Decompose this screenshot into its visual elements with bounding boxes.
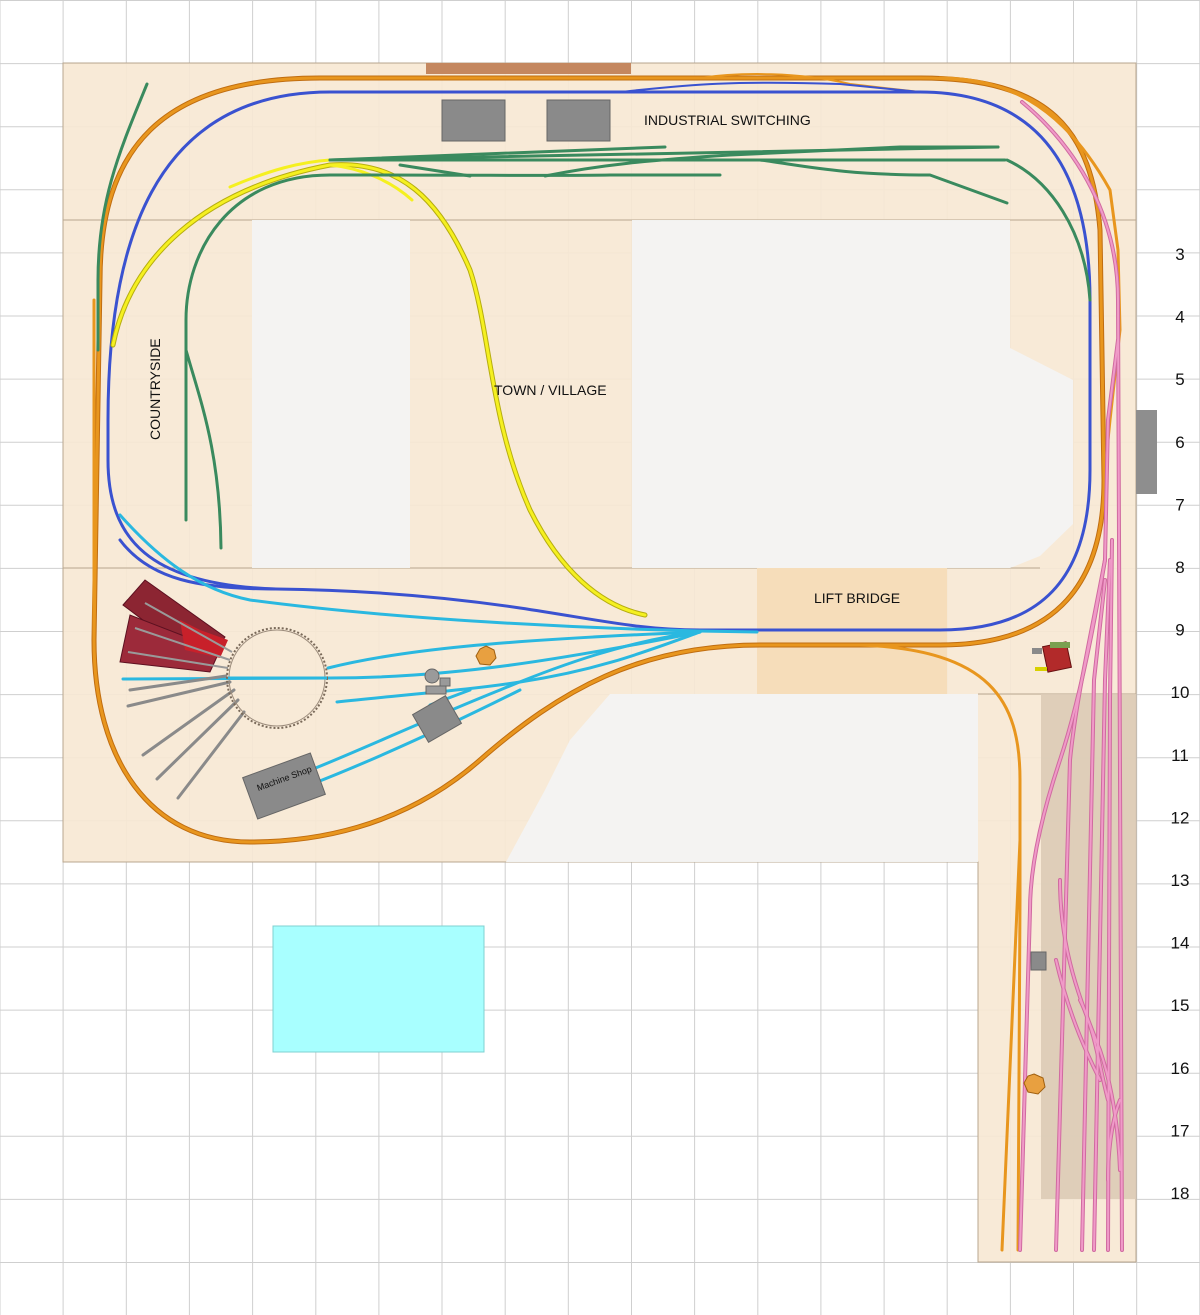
track-plan: Machine Shop INDUSTRIAL SWITCHING TOWN /… [0,0,1200,1315]
grid-label: 15 [1171,996,1190,1015]
grid-label: 4 [1175,308,1184,327]
water-area [272,925,485,1053]
grid-labels: 3 4 5 6 7 8 9 10 11 12 13 14 15 16 17 18 [1171,245,1190,1203]
grid-label: 13 [1171,871,1190,890]
grid-label: 6 [1175,433,1184,452]
grid-label: 7 [1175,495,1184,514]
fascia-top [426,63,631,74]
grid-label: 12 [1171,808,1190,827]
countryside-panel [252,220,410,568]
grid-label: 16 [1171,1059,1190,1078]
building-icon [1030,951,1047,971]
industrial-switching-label: INDUSTRIAL SWITCHING [644,112,811,128]
grid-label: 8 [1175,558,1184,577]
countryside-label: COUNTRYSIDE [147,338,163,440]
fascia-right [1136,410,1157,494]
grid-label: 3 [1175,245,1184,264]
grid-label: 17 [1171,1121,1190,1140]
grid-label: 14 [1171,934,1190,953]
grid-label: 5 [1175,370,1184,389]
grid-label: 18 [1171,1184,1190,1203]
grid-label: 10 [1171,683,1190,702]
lift-bridge-label: LIFT BRIDGE [814,590,900,606]
grid-label: 11 [1171,746,1189,765]
town-panel [632,220,1010,568]
building-icon [546,99,611,142]
building-icon [441,99,506,142]
town-village-label: TOWN / VILLAGE [494,382,607,398]
grid-label: 9 [1175,621,1184,640]
